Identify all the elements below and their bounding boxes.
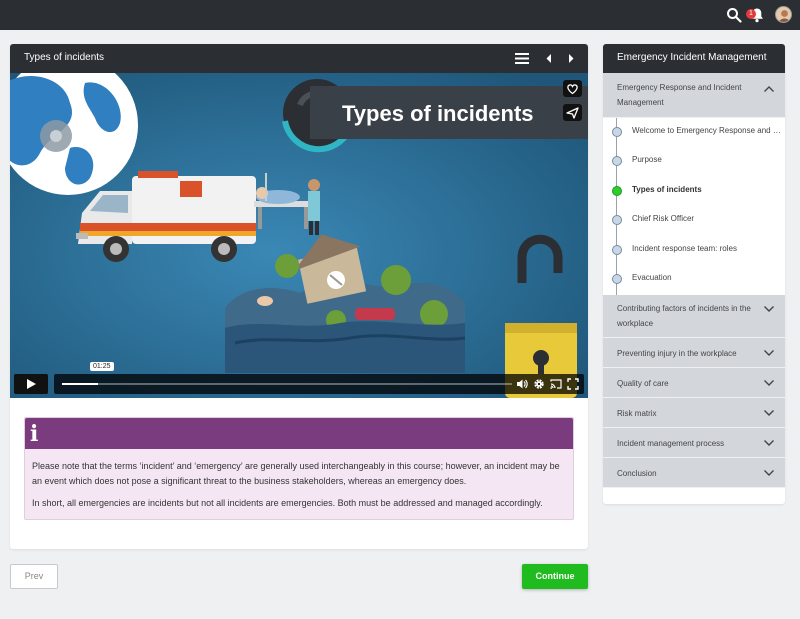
sidebar-section-label: Conclusion <box>617 469 657 478</box>
info-callout: i Please note that the terms ‘incident’ … <box>24 417 574 520</box>
sidebar-lesson-evacuation[interactable]: Evacuation <box>603 269 785 289</box>
chevron-down-icon[interactable] <box>763 305 775 313</box>
continue-button[interactable]: Continue <box>522 564 588 589</box>
prev-button[interactable]: Prev <box>10 564 58 589</box>
progress-track[interactable] <box>62 383 512 385</box>
current-time: 01:25 <box>90 362 114 371</box>
lesson-status-dot-active <box>612 186 622 196</box>
chevron-right-icon[interactable] <box>565 52 577 65</box>
send-icon[interactable] <box>563 104 582 121</box>
sidebar-section-risk-matrix[interactable]: Risk matrix <box>603 398 785 428</box>
sidebar-section-emergency-response[interactable]: Emergency Response and Incident Manageme… <box>603 73 785 118</box>
settings-gear-icon[interactable] <box>533 378 545 390</box>
sidebar-section-label: Risk matrix <box>617 409 657 418</box>
sidebar-lesson-incident-response-team[interactable]: Incident response team: roles <box>603 240 785 260</box>
chevron-down-icon[interactable] <box>763 439 775 447</box>
course-outline-sidebar: Emergency Incident Management Emergency … <box>603 44 785 504</box>
lesson-status-dot <box>612 245 622 255</box>
chevron-left-icon[interactable] <box>543 52 555 65</box>
sidebar-lesson-chief-risk-officer[interactable]: Chief Risk Officer <box>603 210 785 230</box>
notification-badge: 1 <box>746 9 756 19</box>
sidebar-section-contributing-factors[interactable]: Contributing factors of incidents in the… <box>603 295 785 338</box>
chevron-up-icon[interactable] <box>763 85 775 93</box>
cast-icon[interactable] <box>550 378 562 390</box>
menu-icon[interactable] <box>515 52 529 65</box>
progress-fill <box>62 383 98 385</box>
sidebar-lesson-types-of-incidents[interactable]: Types of incidents <box>603 181 785 201</box>
lesson-label: Welcome to Emergency Response and Incide… <box>632 126 782 135</box>
sidebar-lesson-welcome[interactable]: Welcome to Emergency Response and Incide… <box>603 122 785 142</box>
lesson-label: Purpose <box>632 155 662 164</box>
sidebar-section-label: Emergency Response and Incident Manageme… <box>617 83 742 107</box>
search-icon[interactable] <box>726 7 742 23</box>
player-title: Types of incidents <box>24 52 105 63</box>
sidebar-title: Emergency Incident Management <box>617 52 767 63</box>
video-heading: Types of incidents <box>342 101 534 126</box>
lesson-status-dot <box>612 156 622 166</box>
lesson-label: Chief Risk Officer <box>632 214 695 223</box>
sidebar-section-label: Incident management process <box>617 439 725 448</box>
sidebar-section-label: Contributing factors of incidents in the… <box>617 304 751 328</box>
sidebar-section-conclusion[interactable]: Conclusion <box>603 458 785 488</box>
lesson-status-dot <box>612 127 622 137</box>
chevron-down-icon[interactable] <box>763 349 775 357</box>
info-paragraph-2: In short, all emergencies are incidents … <box>32 498 543 508</box>
heart-icon[interactable] <box>563 80 582 97</box>
info-paragraph-1: Please note that the terms ‘incident’ an… <box>32 461 560 486</box>
avatar[interactable] <box>775 6 792 23</box>
sidebar-section-label: Quality of care <box>617 379 669 388</box>
sidebar-header: Emergency Incident Management <box>603 44 785 73</box>
video-controls: 01:25 <box>14 362 584 394</box>
play-icon[interactable] <box>14 374 48 394</box>
sidebar-section-quality-of-care[interactable]: Quality of care <box>603 368 785 398</box>
chevron-down-icon[interactable] <box>763 409 775 417</box>
lesson-card: Types of incidents Types of incidents 01… <box>10 44 588 549</box>
player-header: Types of incidents <box>10 44 588 73</box>
lesson-status-dot <box>612 274 622 284</box>
chevron-down-icon[interactable] <box>763 379 775 387</box>
lesson-label: Evacuation <box>632 273 672 282</box>
sidebar-section-incident-management-process[interactable]: Incident management process <box>603 428 785 458</box>
video-player[interactable]: Types of incidents 01:25 <box>10 73 588 398</box>
sidebar-lesson-purpose[interactable]: Purpose <box>603 151 785 171</box>
info-callout-header: i <box>25 418 573 449</box>
video-timeline[interactable]: 01:25 <box>54 362 584 394</box>
sidebar-section-preventing-injury[interactable]: Preventing injury in the workplace <box>603 338 785 368</box>
sidebar-lesson-list: Welcome to Emergency Response and Incide… <box>603 118 785 295</box>
lesson-status-dot <box>612 215 622 225</box>
chevron-down-icon[interactable] <box>763 469 775 477</box>
volume-icon[interactable] <box>516 378 528 390</box>
sidebar-section-label: Preventing injury in the workplace <box>617 349 737 358</box>
top-bar: 1 <box>0 0 800 30</box>
lesson-label: Incident response team: roles <box>632 244 737 253</box>
info-icon: i <box>30 421 39 447</box>
fullscreen-icon[interactable] <box>567 378 579 390</box>
lesson-label: Types of incidents <box>632 185 702 194</box>
